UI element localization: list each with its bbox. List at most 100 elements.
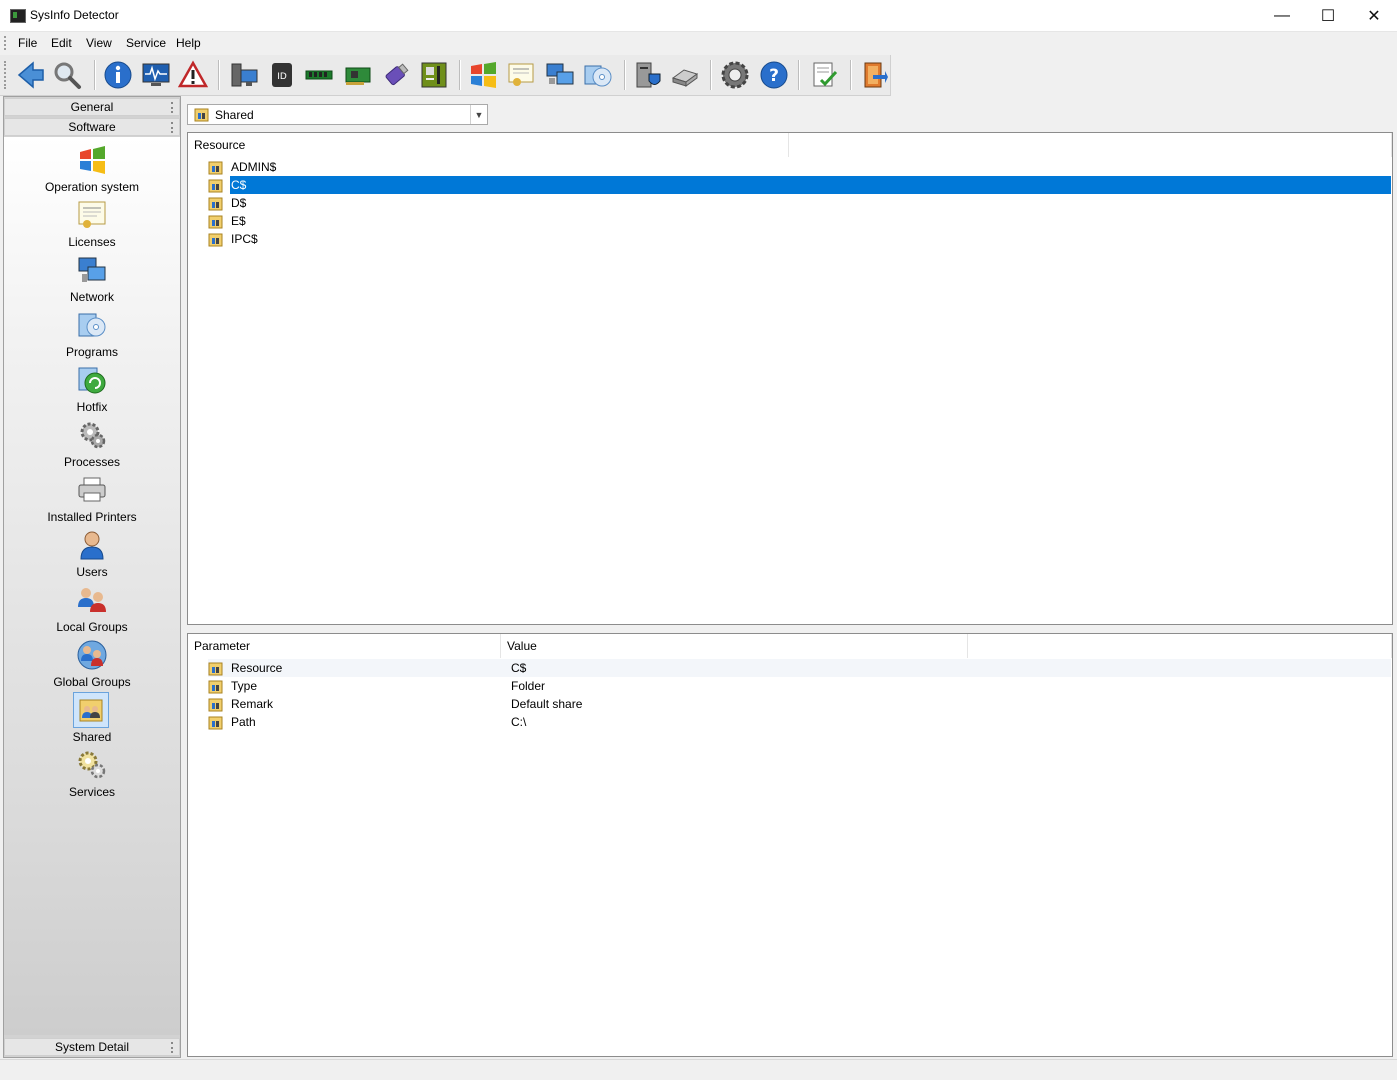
exit-door-icon[interactable] bbox=[857, 58, 891, 92]
license-certificate-icon[interactable] bbox=[504, 58, 538, 92]
shared-folder-icon bbox=[73, 692, 109, 728]
resource-list[interactable]: Resource ADMIN$ C$ D$ E$ IPC$ bbox=[187, 132, 1393, 625]
toolbar-separator bbox=[798, 60, 800, 90]
computer-icon[interactable] bbox=[227, 58, 261, 92]
network-computers-icon[interactable] bbox=[543, 58, 577, 92]
sidebar-item-programs[interactable]: Programs bbox=[4, 307, 180, 362]
shared-folder-icon bbox=[208, 661, 224, 676]
search-icon[interactable] bbox=[50, 58, 84, 92]
splitter[interactable] bbox=[187, 626, 1393, 633]
sidebar-item-label: Installed Printers bbox=[47, 510, 137, 524]
menu-bar: File Edit View Service Help bbox=[0, 32, 1397, 54]
minimize-button[interactable]: — bbox=[1259, 0, 1305, 31]
menu-file[interactable]: File bbox=[18, 36, 37, 50]
detail-row[interactable]: Path C:\ bbox=[208, 713, 1391, 731]
category-general[interactable]: General bbox=[4, 98, 180, 116]
sidebar-item-label: Licenses bbox=[68, 235, 116, 249]
settings-gear-icon[interactable] bbox=[718, 58, 752, 92]
sidebar-item-label: Programs bbox=[65, 345, 118, 359]
menu-help[interactable]: Help bbox=[176, 36, 201, 50]
usb-drive-icon[interactable] bbox=[379, 58, 413, 92]
sidebar-item-installed-printers[interactable]: Installed Printers bbox=[4, 472, 180, 527]
toolbar-grip[interactable] bbox=[4, 61, 9, 89]
shared-folder-icon bbox=[208, 214, 224, 229]
sidebar-item-global-groups[interactable]: Global Groups bbox=[4, 637, 180, 692]
toolbar-separator bbox=[218, 60, 220, 90]
svg-text:ID: ID bbox=[277, 72, 287, 82]
resource-name: IPC$ bbox=[231, 232, 258, 246]
menu-view[interactable]: View bbox=[86, 36, 112, 50]
column-header-value[interactable]: Value bbox=[501, 634, 968, 658]
menu-service[interactable]: Service bbox=[126, 36, 166, 50]
windows-logo-icon[interactable] bbox=[466, 58, 500, 92]
category-software-label: Software bbox=[68, 120, 116, 134]
monitor-graph-icon[interactable] bbox=[139, 58, 173, 92]
column-header-resource[interactable]: Resource bbox=[188, 133, 789, 157]
view-selector-value: Shared bbox=[215, 108, 254, 122]
close-button[interactable]: ✕ bbox=[1351, 0, 1397, 31]
sidebar-item-users[interactable]: Users bbox=[4, 527, 180, 582]
sidebar-item-network[interactable]: Network bbox=[4, 252, 180, 307]
cpu-id-icon[interactable]: ID bbox=[265, 58, 299, 92]
info-icon[interactable] bbox=[101, 58, 135, 92]
motherboard-icon[interactable] bbox=[417, 58, 451, 92]
resource-row[interactable]: C$ bbox=[208, 176, 1391, 194]
report-check-icon[interactable] bbox=[807, 58, 841, 92]
help-icon[interactable]: ? bbox=[757, 58, 791, 92]
printer-icon bbox=[77, 475, 107, 505]
toolbar-separator bbox=[850, 60, 852, 90]
title-bar: SysInfo Detector — ☐ ✕ bbox=[0, 0, 1397, 32]
expansion-card-icon[interactable] bbox=[341, 58, 375, 92]
sidebar-item-services[interactable]: Services bbox=[4, 747, 180, 802]
shared-folder-icon bbox=[208, 196, 224, 211]
memory-icon[interactable] bbox=[302, 58, 336, 92]
hotfix-icon bbox=[77, 365, 107, 395]
sidebar-item-licenses[interactable]: Licenses bbox=[4, 197, 180, 252]
selection-highlight bbox=[230, 176, 1391, 194]
category-system-detail[interactable]: System Detail bbox=[4, 1038, 180, 1056]
detail-row[interactable]: Resource C$ bbox=[208, 659, 1391, 677]
parameter-name: Type bbox=[231, 679, 258, 693]
resource-row[interactable]: E$ bbox=[208, 212, 1391, 230]
parameter-name: Resource bbox=[231, 661, 283, 675]
disk-drives-icon[interactable] bbox=[668, 58, 702, 92]
column-header-empty bbox=[789, 133, 1392, 157]
parameter-name: Remark bbox=[231, 697, 274, 711]
maximize-button[interactable]: ☐ bbox=[1305, 0, 1351, 31]
back-arrow-icon[interactable] bbox=[13, 58, 47, 92]
grip-icon bbox=[171, 122, 175, 133]
sidebar-item-operation-system[interactable]: Operation system bbox=[4, 142, 180, 197]
sidebar-item-processes[interactable]: Processes bbox=[4, 417, 180, 472]
status-bar bbox=[0, 1059, 1397, 1080]
local-groups-icon bbox=[77, 585, 107, 615]
sidebar-item-label: Shared bbox=[72, 730, 112, 744]
sidebar-item-local-groups[interactable]: Local Groups bbox=[4, 582, 180, 637]
menu-edit[interactable]: Edit bbox=[51, 36, 72, 50]
shared-folder-icon bbox=[194, 107, 210, 125]
column-header-parameter[interactable]: Parameter bbox=[188, 634, 501, 658]
category-software[interactable]: Software bbox=[4, 118, 180, 136]
category-system-detail-label: System Detail bbox=[54, 1040, 130, 1054]
chevron-down-icon[interactable]: ▼ bbox=[470, 105, 487, 124]
sidebar-item-label: Users bbox=[76, 565, 108, 579]
resource-row[interactable]: ADMIN$ bbox=[208, 158, 1391, 176]
toolbar-separator bbox=[459, 60, 461, 90]
detail-row[interactable]: Type Folder bbox=[208, 677, 1391, 695]
resource-row[interactable]: IPC$ bbox=[208, 230, 1391, 248]
detail-row[interactable]: Remark Default share bbox=[208, 695, 1391, 713]
toolbar-separator bbox=[94, 60, 96, 90]
app-icon bbox=[10, 9, 26, 23]
warning-icon[interactable] bbox=[176, 58, 210, 92]
details-list[interactable]: Parameter Value Resource C$ Type Folder Rema… bbox=[187, 633, 1393, 1057]
programs-cd-icon[interactable] bbox=[581, 58, 615, 92]
services-gears-icon bbox=[77, 750, 107, 780]
security-server-icon[interactable] bbox=[631, 58, 665, 92]
sidebar-item-shared[interactable]: Shared bbox=[4, 692, 180, 747]
shared-folder-icon bbox=[208, 697, 224, 712]
menu-grip[interactable] bbox=[4, 36, 9, 50]
resource-row[interactable]: D$ bbox=[208, 194, 1391, 212]
parameter-value: Default share bbox=[511, 697, 583, 711]
toolbar-separator bbox=[710, 60, 712, 90]
view-selector-dropdown[interactable]: Shared ▼ bbox=[187, 104, 488, 125]
sidebar-item-hotfix[interactable]: Hotfix bbox=[4, 362, 180, 417]
